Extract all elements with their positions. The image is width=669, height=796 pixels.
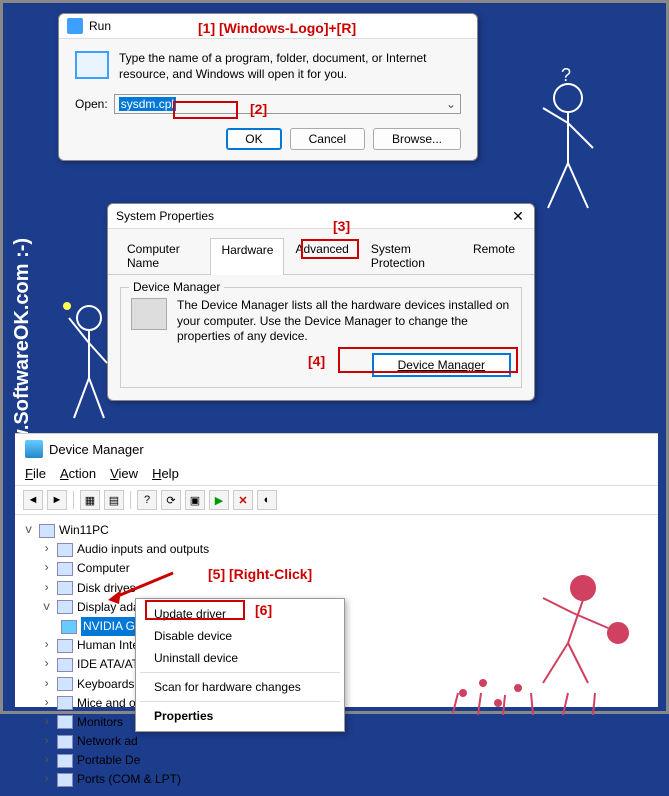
tree-node[interactable]: Disk drives (77, 579, 136, 598)
highlight-hardware-tab (301, 239, 359, 259)
menu-separator (140, 672, 340, 673)
annotation-3: [3] (333, 218, 350, 234)
back-icon[interactable]: ◄ (23, 490, 43, 510)
browse-button[interactable]: Browse... (373, 128, 461, 150)
tree-root[interactable]: Win11PC (59, 521, 109, 540)
tree-node[interactable]: Computer (77, 559, 130, 578)
tree-node[interactable]: Portable De (77, 751, 140, 770)
run-description: Type the name of a program, folder, docu… (119, 51, 461, 82)
expand-icon[interactable]: › (43, 732, 53, 751)
portable-icon (57, 754, 73, 768)
toolbar-button[interactable]: ? (137, 490, 157, 510)
disk-icon (57, 581, 73, 595)
toolbar-button[interactable]: ▤ (104, 490, 124, 510)
menu-uninstall-device[interactable]: Uninstall device (136, 647, 344, 669)
mouse-icon (57, 696, 73, 710)
toolbar-button[interactable]: ▶ (209, 490, 229, 510)
open-combobox[interactable]: sysdm.cpl ⌄ (114, 94, 461, 114)
expand-icon[interactable]: › (43, 540, 53, 559)
expand-icon[interactable]: › (43, 655, 53, 674)
computer-icon (39, 524, 55, 538)
tab-system-protection[interactable]: System Protection (360, 237, 462, 274)
tab-hardware[interactable]: Hardware (210, 238, 284, 275)
monitor-icon (57, 715, 73, 729)
highlight-dm-button (338, 347, 518, 373)
audio-icon (57, 543, 73, 557)
tree-node[interactable]: Keyboards (77, 675, 134, 694)
annotation-2: [2] (250, 101, 267, 117)
annotation-5: [5] [Right-Click] (208, 566, 312, 582)
computer-icon (57, 562, 73, 576)
stick-figure-icon: ? (503, 63, 633, 223)
tab-remote[interactable]: Remote (462, 237, 526, 274)
annotation-4: [4] (308, 353, 325, 369)
expand-icon[interactable]: › (43, 636, 53, 655)
device-manager-icon (131, 298, 167, 330)
menu-file[interactable]: File (25, 466, 46, 481)
ok-button[interactable]: OK (226, 128, 281, 150)
tree-node[interactable]: Audio inputs and outputs (77, 540, 209, 559)
forward-icon[interactable]: ► (47, 490, 67, 510)
expand-icon[interactable]: › (43, 579, 53, 598)
open-label: Open: (75, 97, 108, 111)
tree-node[interactable]: Network ad (77, 732, 138, 751)
run-icon (67, 18, 83, 34)
devmgr-title: Device Manager (49, 442, 144, 457)
group-legend: Device Manager (129, 280, 224, 294)
group-text: The Device Manager lists all the hardwar… (177, 298, 511, 345)
devmgr-app-icon (25, 440, 43, 458)
toolbar-button[interactable]: ✕ (233, 490, 253, 510)
keyboard-icon (57, 677, 73, 691)
close-icon[interactable]: ✕ (510, 208, 526, 224)
toolbar-button[interactable]: ▦ (80, 490, 100, 510)
tree-node[interactable]: Ports (COM & LPT) (77, 770, 181, 789)
tab-computer-name[interactable]: Computer Name (116, 237, 210, 274)
menu-view[interactable]: View (110, 466, 138, 481)
menu-action[interactable]: Action (60, 466, 96, 481)
run-title: Run (89, 19, 111, 33)
run-big-icon (75, 51, 109, 79)
expand-icon[interactable]: › (43, 770, 53, 789)
sysprop-title: System Properties (116, 209, 214, 223)
menubar: File Action View Help (15, 464, 658, 485)
menu-properties[interactable]: Properties (136, 705, 344, 727)
expand-icon[interactable]: › (43, 751, 53, 770)
menu-separator (140, 701, 340, 702)
ide-icon (57, 658, 73, 672)
collapse-icon[interactable]: v (25, 521, 35, 540)
expand-icon[interactable]: › (43, 675, 53, 694)
tree-node[interactable]: Human Inte (77, 636, 139, 655)
annotation-1: [1] [Windows-Logo]+[R] (198, 20, 356, 36)
expand-icon[interactable]: › (43, 559, 53, 578)
toolbar-button[interactable]: ▣ (185, 490, 205, 510)
tree-node[interactable]: Mice and ot (77, 694, 139, 713)
ports-icon (57, 773, 73, 787)
menu-help[interactable]: Help (152, 466, 179, 481)
network-icon (57, 735, 73, 749)
highlight-open-value (173, 101, 238, 119)
display-icon (57, 600, 73, 614)
expand-icon[interactable]: › (43, 694, 53, 713)
toolbar: ◄ ► ▦ ▤ ? ⟳ ▣ ▶ ✕ ◐ (15, 485, 658, 515)
annotation-6: [6] (255, 602, 272, 618)
chevron-down-icon[interactable]: ⌄ (446, 97, 456, 111)
menu-scan-hardware[interactable]: Scan for hardware changes (136, 676, 344, 698)
highlight-update-driver (145, 600, 245, 620)
open-value: sysdm.cpl (119, 97, 176, 111)
gpu-icon (61, 620, 77, 634)
collapse-icon[interactable]: v (43, 598, 53, 617)
menu-disable-device[interactable]: Disable device (136, 625, 344, 647)
svg-text:?: ? (561, 65, 571, 85)
expand-icon[interactable]: › (43, 713, 53, 732)
toolbar-button[interactable]: ◐ (257, 490, 277, 510)
hid-icon (57, 639, 73, 653)
tree-node[interactable]: Monitors (77, 713, 123, 732)
toolbar-button[interactable]: ⟳ (161, 490, 181, 510)
cancel-button[interactable]: Cancel (290, 128, 365, 150)
